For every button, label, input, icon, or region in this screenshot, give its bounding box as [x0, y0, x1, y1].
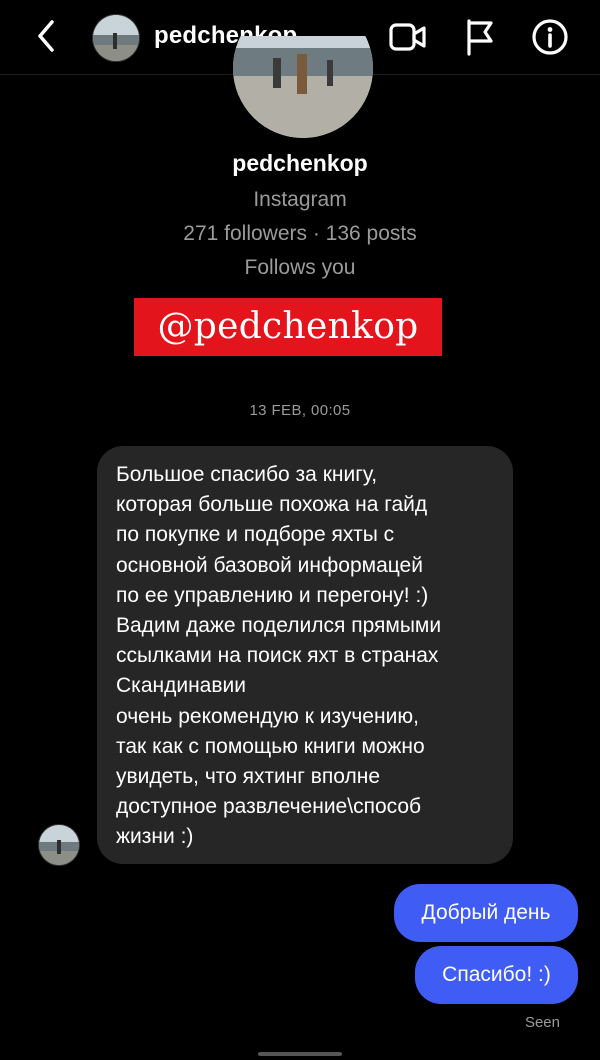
message-timestamp: 13 FEB, 00:05: [249, 402, 351, 419]
follows-you-label: Follows you: [244, 256, 356, 279]
back-button[interactable]: [28, 14, 68, 58]
handle-banner: @pedchenkop: [134, 298, 442, 356]
profile-name: pedchenkop: [232, 150, 368, 176]
avatar[interactable]: [92, 14, 140, 62]
seen-status: Seen: [524, 1014, 560, 1031]
home-indicator: [258, 1052, 342, 1056]
sender-photo: [39, 825, 79, 865]
video-call-icon: [389, 23, 426, 51]
chevron-left-icon: [38, 20, 54, 52]
outgoing-message[interactable]: Спасибо! :): [415, 946, 578, 1004]
info-button[interactable]: [530, 17, 570, 57]
profile-platform: Instagram: [253, 188, 347, 211]
profile-stats: 271 followers · 136 posts: [183, 222, 417, 245]
video-call-button[interactable]: [388, 17, 428, 57]
avatar-photo: [93, 15, 139, 61]
incoming-message[interactable]: Большое спасибо за книгу, которая больше…: [97, 446, 513, 864]
outgoing-message[interactable]: Добрый день: [394, 884, 578, 942]
report-button[interactable]: [460, 17, 500, 57]
flag-icon: [467, 19, 493, 56]
sender-avatar[interactable]: [38, 824, 80, 866]
info-icon: [532, 19, 568, 55]
